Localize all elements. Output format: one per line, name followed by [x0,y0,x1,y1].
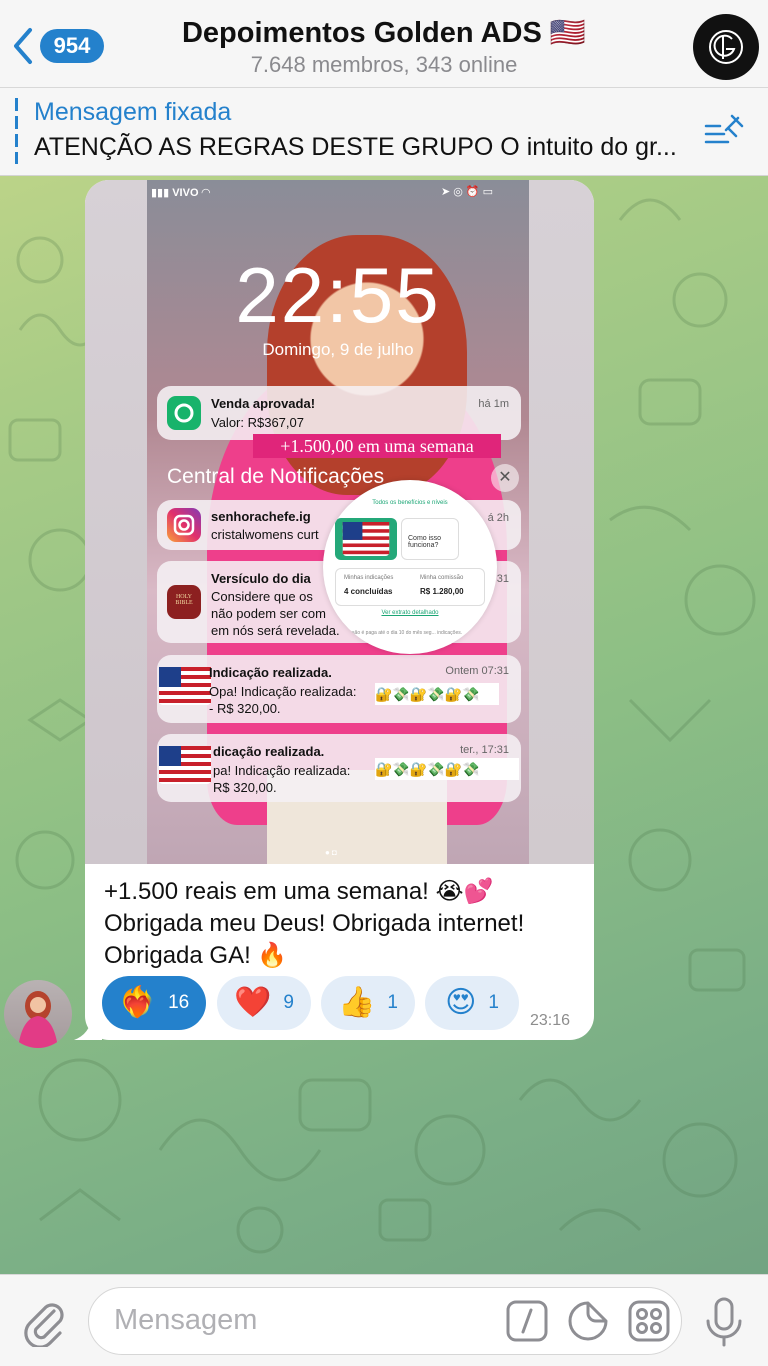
message-input[interactable]: Mensagem [88,1287,682,1355]
caption-line: Obrigada meu Deus! Obrigada internet! [104,910,525,937]
reaction-heart[interactable]: ❤️ 9 [217,976,311,1030]
sales-app-icon [167,396,201,430]
magnifier-header: Todos os benefícios e níveis [372,500,448,506]
notification-title: senhorachefe.ig [211,509,311,524]
microphone-icon[interactable] [702,1295,746,1349]
notification-body-line3: em nós será revelada. [211,623,340,638]
notification-center-title: Central de Notificações [167,465,385,488]
notification-body: Valor: R$367,07 [211,415,304,430]
message-bubble[interactable]: ▮▮▮ VIVO ◠ ➤ ◎ ⏰ ▭ 22:55 Domingo, 9 de j… [85,180,594,1040]
commands-icon[interactable] [506,1300,548,1342]
notification-body-line1: Opa! Indicação realizada: [209,684,357,699]
reaction-thumbs-up[interactable]: 👍 1 [321,976,415,1030]
us-flag-icon [159,667,211,705]
pinned-title: Mensagem fixada [34,98,232,126]
message-time: 23:16 [530,1012,571,1029]
sender-photo [18,991,58,1048]
magnifier-link: Ver extrato detalhado [381,610,439,616]
notification-body-line2: não podem ser com [211,606,326,621]
thumbs-up-emoji: 👍 [338,986,376,1019]
reaction-count: 1 [387,992,398,1013]
pinned-list-icon[interactable] [702,112,746,152]
notification-title: dicação realizada. [213,744,325,759]
reaction-heart-fire[interactable]: ❤️‍🔥 16 [102,976,206,1030]
magnifier-stats: Minhas indicações 4 concluídas Minha com… [335,568,485,606]
instagram-icon [167,508,201,542]
caption-line: Obrigada GA! 🔥 [104,942,288,969]
us-flag-icon [159,746,211,784]
reaction-count: 16 [168,992,190,1013]
magnifier-footnote: comissão é paga até o dia 10 do mês seg.… [339,630,463,636]
golden-ads-logo-icon [709,30,743,64]
magnifier-flag-card [335,518,397,560]
emoji-strip: 🔐💸🔐💸🔐💸 [375,683,499,705]
photo-blur-left [85,180,147,864]
notification-title: Indicação realizada. [209,665,332,680]
status-icons: ➤ ◎ ⏰ ▭ [441,186,494,198]
notification-referral-1: Indicação realizada. Opa! Indicação real… [157,655,521,723]
heart-fire-emoji: ❤️‍🔥 [118,986,157,1019]
keyboard-toggle-icon[interactable] [628,1300,670,1342]
stat-value: R$ 1.280,00 [420,587,464,596]
reaction-count: 1 [488,992,499,1013]
stat-label: Minhas indicações [344,575,394,581]
magnifier-zoom: Todos os benefícios e níveis Como isso f… [323,480,497,654]
notification-body-line2: R$ 320,00. [213,780,277,795]
stat-label: Minha comissão [420,575,464,581]
notification-time: ter., 17:31 [460,744,509,756]
lockscreen-clock: 22:55 [235,251,441,339]
notification-sale: Venda aprovada! Valor: R$367,07 há 1m [157,386,521,440]
notification-body-line1: pa! Indicação realizada: [213,763,351,778]
emoji-strip: 🔐💸🔐💸🔐💸 [375,758,519,780]
chat-header: 954 Depoimentos Golden ADS 🇺🇸 7.648 memb… [0,0,768,88]
group-avatar[interactable] [693,14,759,80]
notification-body: cristalwomens curt [211,527,319,542]
notification-time: há 1m [478,398,509,410]
notification-time: Ontem 07:31 [445,665,509,677]
chat-subtitle: 7.648 membros, 343 online [250,52,518,77]
magnifier-help-box: Como isso funciona? [401,518,459,560]
close-icon: ✕ [491,464,519,492]
chat-title[interactable]: Depoimentos Golden ADS 🇺🇸 [0,16,768,50]
notification-time: 31 [496,573,509,585]
sender-avatar[interactable] [4,980,72,1048]
caption-line: +1.500 reais em uma semana! 😭💕 [104,878,494,905]
notification-body-line2: - R$ 320,00. [209,701,281,716]
notification-referral-2: dicação realizada. pa! Indicação realiza… [157,734,521,802]
reaction-heart-eyes[interactable]: 😍 1 [425,976,519,1030]
stat-value: 4 concluídas [344,587,393,596]
message-caption: +1.500 reais em uma semana! 😭💕 Obrigada … [104,876,574,972]
notification-title: Versículo do dia [211,571,311,586]
notification-time: á 2h [487,512,509,524]
reactions-row: ❤️‍🔥 16 ❤️ 9 👍 1 😍 1 [102,976,522,1030]
us-flag-icon [342,522,390,556]
message-input-bar: Mensagem [0,1274,768,1366]
lockscreen-date: Domingo, 9 de julho [262,340,414,359]
page-dots: ● ◘ [325,848,337,857]
pinned-message-bar[interactable]: Mensagem fixada ATENÇÃO AS REGRAS DESTE … [0,88,768,176]
heart-eyes-emoji: 😍 [445,986,477,1019]
heart-emoji: ❤️ [234,986,272,1019]
paperclip-icon[interactable] [20,1297,66,1347]
pinned-indicator [15,98,18,164]
message-photo[interactable]: ▮▮▮ VIVO ◠ ➤ ◎ ⏰ ▭ 22:55 Domingo, 9 de j… [85,180,594,864]
sticker-icon[interactable] [567,1300,609,1342]
pinned-text: ATENÇÃO AS REGRAS DESTE GRUPO O intuito … [34,133,677,161]
notification-body-line1: Considere que os [211,589,313,604]
status-carrier: ▮▮▮ VIVO ◠ [151,187,211,199]
notification-title: Venda aprovada! [211,396,316,411]
message-input-placeholder: Mensagem [114,1304,258,1336]
photo-blur-right [529,180,594,864]
promo-overlay-text: +1.500,00 em uma semana [253,434,501,458]
bible-app-icon: HOLY BIBLE [167,585,201,619]
reaction-count: 9 [283,992,294,1013]
